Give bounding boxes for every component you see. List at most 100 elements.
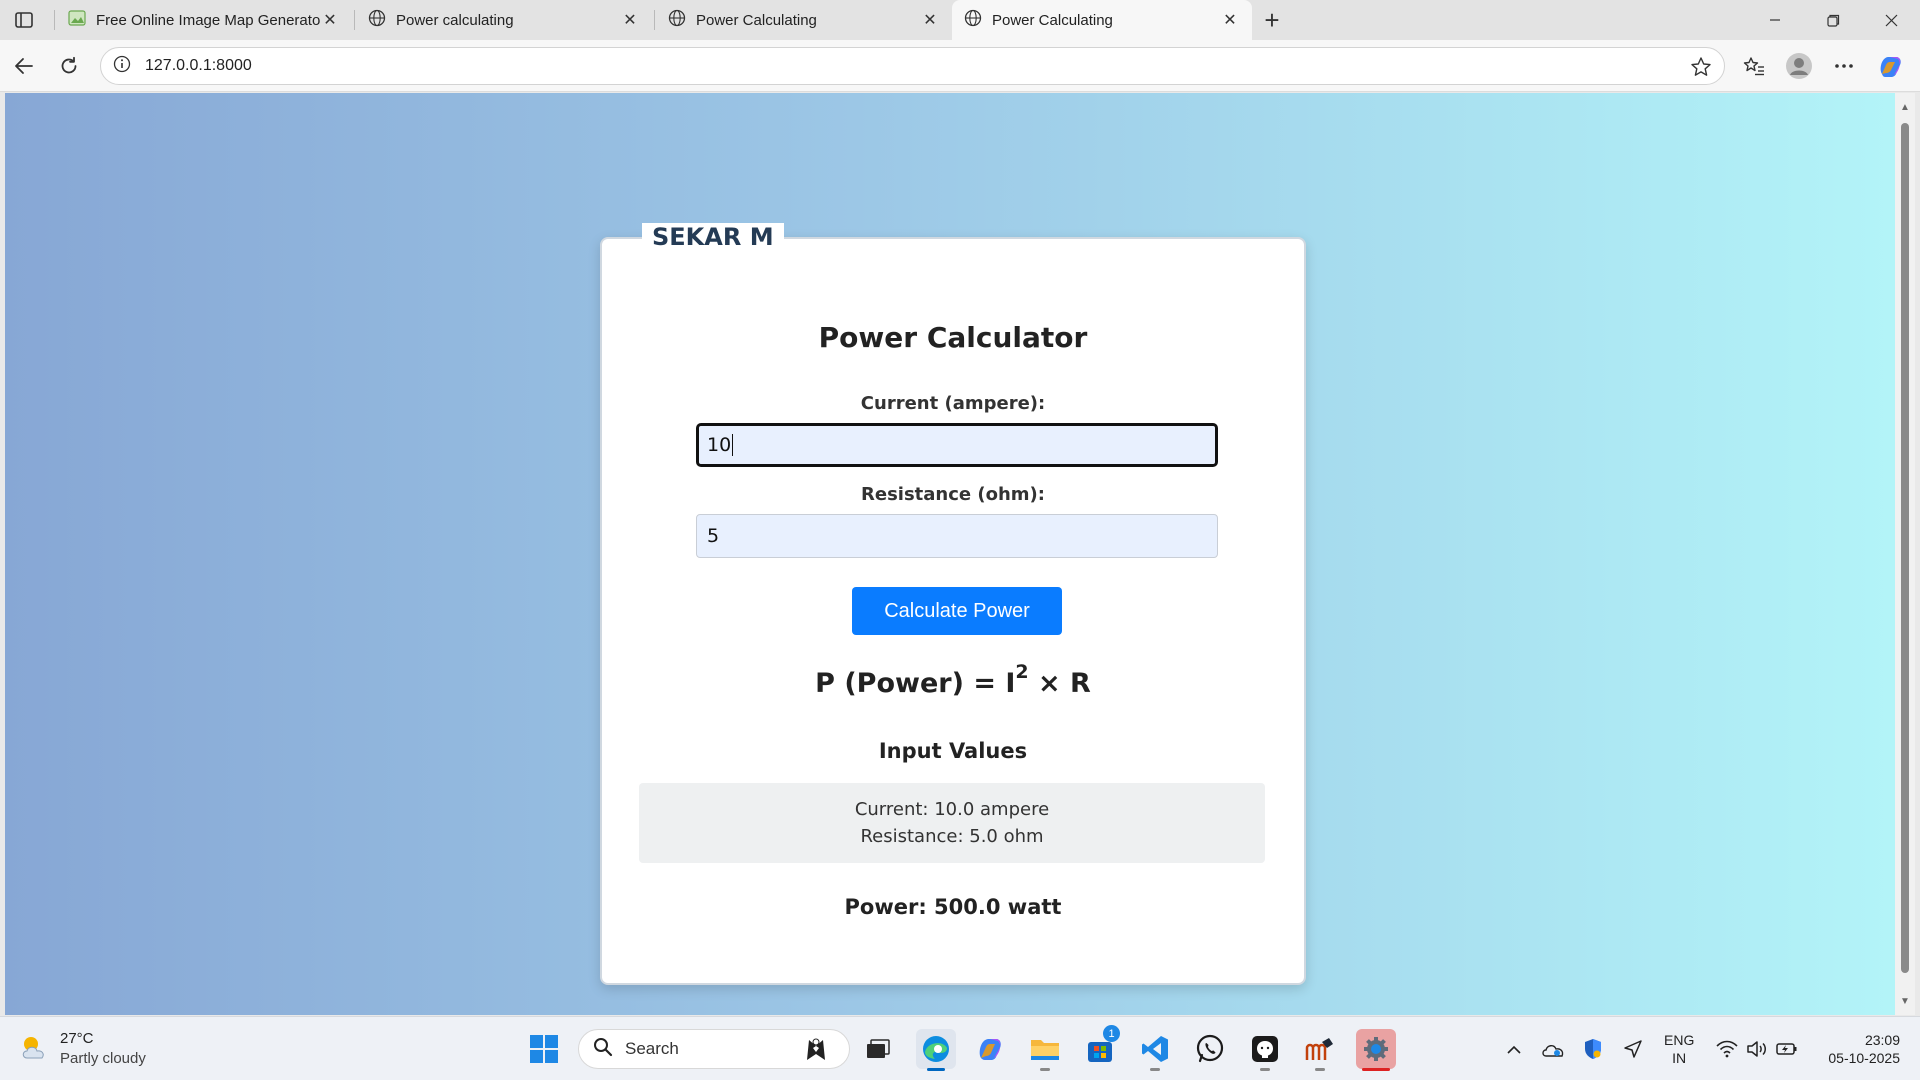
volume-icon[interactable]	[1746, 1037, 1768, 1061]
tab-image-map[interactable]: Free Online Image Map Generator ✕	[56, 0, 352, 40]
page-scrollbar[interactable]: ▲ ▼	[1895, 93, 1915, 1015]
whatsapp-icon[interactable]	[1190, 1029, 1230, 1069]
favorites-list-icon[interactable]	[1738, 50, 1770, 82]
location-arrow-icon[interactable]	[1622, 1037, 1644, 1061]
task-view-icon[interactable]	[858, 1029, 898, 1069]
globe-icon	[368, 9, 386, 31]
profile-avatar-icon[interactable]	[1783, 50, 1815, 82]
tab-separator	[354, 10, 355, 30]
calculate-power-button[interactable]: Calculate Power	[852, 587, 1062, 635]
search-icon	[593, 1037, 613, 1062]
current-input-value: 10	[707, 434, 732, 456]
url-field[interactable]: 127.0.0.1:8000	[100, 47, 1725, 85]
resistance-input[interactable]: 5	[696, 514, 1218, 558]
new-tab-plus-icon[interactable]: +	[1258, 6, 1286, 34]
store-icon[interactable]: 1	[1080, 1025, 1120, 1069]
resistance-display: Resistance: 5.0 ohm	[860, 826, 1044, 847]
vscode-icon[interactable]	[1135, 1029, 1175, 1071]
image-icon	[68, 9, 86, 31]
formula-prefix: P (Power) = I	[815, 668, 1016, 699]
tab-power-calculating-1[interactable]: Power calculating ✕	[356, 0, 652, 40]
language-indicator[interactable]: ENG IN	[1664, 1031, 1694, 1067]
edge-browser-icon[interactable]	[916, 1029, 956, 1071]
resistance-input-value: 5	[707, 525, 720, 547]
power-result: Power: 500.0 watt	[844, 895, 1062, 919]
input-values-title: Input Values	[878, 739, 1028, 763]
language-code: ENG	[1664, 1032, 1695, 1048]
tab-bar: Free Online Image Map Generator ✕ Power …	[0, 0, 1920, 40]
battery-charging-icon[interactable]	[1776, 1037, 1798, 1061]
scroll-up-icon[interactable]: ▲	[1899, 101, 1911, 113]
formula-suffix: × R	[1028, 668, 1091, 699]
more-menu-icon[interactable]	[1828, 50, 1860, 82]
page-viewport: SEKAR M Power Calculator Current (ampere…	[5, 93, 1895, 1015]
running-indicator	[1150, 1068, 1160, 1071]
start-windows-icon[interactable]	[524, 1029, 564, 1069]
tab-actions-icon[interactable]	[10, 8, 38, 32]
tab-label: Power Calculating	[696, 11, 817, 29]
info-icon[interactable]	[113, 55, 131, 78]
wifi-icon[interactable]	[1716, 1037, 1738, 1061]
text-caret	[732, 434, 734, 456]
power-formula: P (Power) = I2 × R	[602, 661, 1304, 699]
resistance-label: Resistance (ohm):	[861, 484, 1045, 505]
running-indicator	[927, 1068, 945, 1071]
defender-shield-icon[interactable]	[1582, 1037, 1604, 1061]
partly-cloudy-icon	[18, 1032, 50, 1067]
input-values-box: Current: 10.0 ampere Resistance: 5.0 ohm	[639, 783, 1265, 863]
clock-date: 05-10-2025	[1828, 1050, 1900, 1066]
taskbar: 27°C Partly cloudy Search 1 ENG IN 23:09…	[0, 1016, 1920, 1080]
onedrive-cloud-icon[interactable]	[1541, 1037, 1565, 1061]
favorite-star-icon[interactable]	[1690, 56, 1712, 83]
tab-separator	[54, 10, 55, 30]
scroll-thumb[interactable]	[1901, 123, 1909, 973]
tab-label: Power calculating	[396, 11, 514, 29]
file-explorer-icon[interactable]	[1025, 1029, 1065, 1071]
restore-icon[interactable]	[1806, 0, 1860, 40]
calculator-card: SEKAR M Power Calculator Current (ampere…	[600, 223, 1306, 985]
tab-label: Free Online Image Map Generator	[96, 11, 320, 29]
chevron-up-icon[interactable]	[1504, 1037, 1524, 1061]
current-display: Current: 10.0 ampere	[854, 799, 1050, 820]
current-label: Current (ampere):	[860, 393, 1046, 414]
close-icon[interactable]: ✕	[320, 10, 340, 30]
search-placeholder: Search	[625, 1039, 679, 1058]
clock-time: 23:09	[1864, 1032, 1900, 1048]
copilot-app-icon[interactable]	[970, 1029, 1010, 1069]
formula-exponent: 2	[1015, 661, 1029, 683]
close-icon[interactable]: ✕	[920, 10, 940, 30]
url-text: 127.0.0.1:8000	[145, 57, 252, 74]
refresh-icon[interactable]	[53, 50, 85, 82]
minimize-icon[interactable]	[1748, 0, 1802, 40]
running-indicator	[1362, 1068, 1390, 1071]
search-highlight-icon	[801, 1036, 831, 1069]
tab-power-calculating-active[interactable]: Power Calculating ✕	[952, 0, 1252, 40]
close-window-icon[interactable]	[1864, 0, 1918, 40]
owner-name: SEKAR M	[642, 223, 784, 251]
copilot-icon[interactable]	[1874, 50, 1906, 82]
weather-temperature: 27°C	[60, 1030, 94, 1047]
current-input[interactable]: 10	[696, 423, 1218, 467]
store-badge: 1	[1103, 1025, 1120, 1042]
language-region: IN	[1672, 1050, 1687, 1066]
page-title: Power Calculator	[818, 321, 1088, 354]
taskbar-search[interactable]: Search	[578, 1029, 850, 1069]
app-icon[interactable]	[1300, 1029, 1340, 1071]
running-indicator	[1040, 1068, 1050, 1071]
tab-separator	[654, 10, 655, 30]
running-indicator	[1315, 1068, 1325, 1071]
scroll-down-icon[interactable]: ▼	[1899, 995, 1911, 1007]
weather-widget[interactable]: 27°C Partly cloudy	[18, 1029, 146, 1069]
address-bar: 127.0.0.1:8000	[0, 40, 1920, 92]
tab-label: Power Calculating	[992, 11, 1113, 29]
settings-gear-icon[interactable]	[1356, 1029, 1396, 1071]
running-indicator	[1260, 1068, 1270, 1071]
back-arrow-icon[interactable]	[8, 50, 40, 82]
close-icon[interactable]: ✕	[620, 10, 640, 30]
close-icon[interactable]: ✕	[1220, 10, 1240, 30]
tab-power-calculating-2[interactable]: Power Calculating ✕	[656, 0, 952, 40]
system-clock[interactable]: 23:09 05-10-2025	[1816, 1031, 1900, 1067]
github-icon[interactable]	[1245, 1029, 1285, 1071]
globe-icon	[668, 9, 686, 31]
globe-icon	[964, 9, 982, 31]
